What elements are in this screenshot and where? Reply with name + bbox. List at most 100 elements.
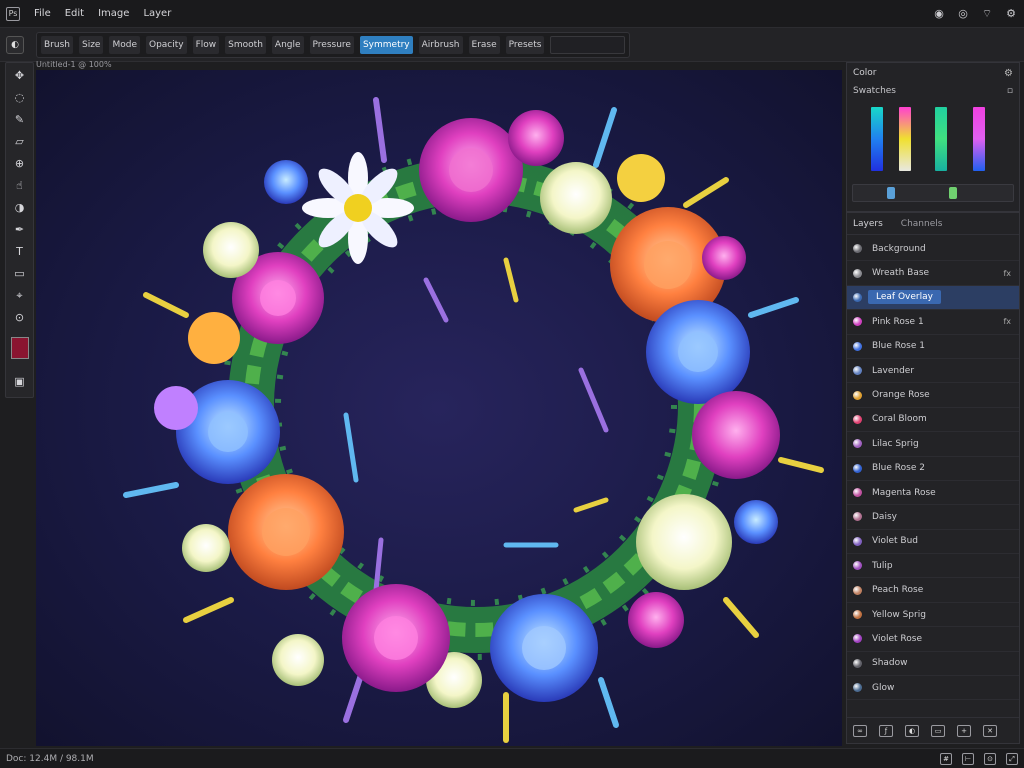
layer-thumbnail — [853, 439, 862, 449]
fullscreen-icon[interactable]: ⤢ — [1006, 752, 1018, 765]
color-slider-knob-1[interactable] — [887, 187, 895, 199]
screen-mode-icon[interactable]: ▣ — [11, 373, 29, 391]
color-bar-magenta[interactable] — [899, 107, 911, 171]
option-angle[interactable]: Angle — [271, 36, 304, 54]
option-mode[interactable]: Mode — [109, 36, 140, 54]
smudge-tool-icon[interactable]: ☝ — [11, 177, 29, 195]
expand-icon[interactable]: ▫ — [1007, 86, 1013, 96]
layer-row[interactable]: Violet Rose — [847, 627, 1019, 652]
globe-icon[interactable]: ◉ — [932, 7, 946, 21]
tool-preset-picker[interactable]: ◐ — [6, 36, 24, 54]
artwork-canvas[interactable] — [36, 70, 842, 746]
layer-row[interactable]: Lilac Sprig — [847, 432, 1019, 457]
color-subheader: Swatches ▫ — [847, 83, 1019, 99]
color-bar-cyan[interactable] — [871, 107, 883, 171]
tab-layers[interactable]: Layers — [853, 219, 883, 229]
layer-row[interactable]: Lavender — [847, 359, 1019, 384]
tab-channels[interactable]: Channels — [901, 219, 943, 229]
document-tab[interactable]: Untitled-1 @ 100% — [36, 60, 112, 69]
option-brush[interactable]: Brush — [41, 36, 73, 54]
mask-icon[interactable]: ◐ — [905, 724, 919, 737]
layer-row[interactable]: Tulip — [847, 554, 1019, 579]
option-flow[interactable]: Flow — [192, 36, 220, 54]
layer-effect-badge[interactable]: fx — [1003, 269, 1011, 278]
menu-file[interactable]: File — [34, 8, 51, 19]
option-symmetry[interactable]: Symmetry — [359, 36, 413, 54]
lasso-tool-icon[interactable]: ◌ — [11, 89, 29, 107]
menu-layer[interactable]: Layer — [143, 8, 171, 19]
text-tool-icon[interactable]: T — [11, 243, 29, 261]
layer-name: Blue Rose 2 — [872, 463, 925, 474]
app-logo-icon[interactable]: Ps — [6, 6, 20, 21]
layer-thumbnail — [853, 585, 862, 595]
layer-row[interactable]: Daisy — [847, 505, 1019, 530]
option-erase[interactable]: Erase — [468, 36, 500, 54]
layer-row[interactable]: Background — [847, 237, 1019, 262]
eye-icon[interactable]: ◎ — [956, 7, 970, 21]
option-opacity[interactable]: Opacity — [146, 36, 187, 54]
brush-tool-icon[interactable]: ✎ — [11, 111, 29, 129]
layer-name: Lavender — [872, 365, 915, 376]
grid-icon[interactable]: # — [940, 752, 952, 765]
color-bar-pink[interactable] — [973, 107, 985, 171]
fx-icon[interactable]: ƒ — [879, 724, 893, 737]
new-layer-icon[interactable]: + — [957, 724, 971, 737]
color-slider-knob-2[interactable] — [949, 187, 957, 199]
layer-row[interactable]: Shadow — [847, 652, 1019, 677]
layer-list: Background Wreath Base fx Leaf Overlay Pink … — [847, 237, 1019, 701]
menu-bar: Ps File Edit Image Layer ◉ ◎ ⌔ ⚙ — [0, 0, 1024, 28]
layer-row[interactable]: Blue Rose 2 — [847, 457, 1019, 481]
option-airbrush[interactable]: Airbrush — [418, 36, 463, 54]
ruler-icon[interactable]: ⊢ — [962, 752, 974, 765]
option-size[interactable]: Size — [78, 36, 104, 54]
layer-row[interactable]: Leaf Overlay — [847, 285, 1019, 311]
layer-row[interactable]: Peach Rose — [847, 578, 1019, 603]
folder-icon[interactable]: ▭ — [931, 724, 945, 737]
color-panel-title: Color — [853, 68, 877, 78]
wifi-icon[interactable]: ⌔ — [980, 7, 994, 21]
menu-image[interactable]: Image — [98, 8, 129, 19]
zoom-icon[interactable]: ⊙ — [984, 752, 996, 765]
layer-row[interactable]: Violet Bud — [847, 530, 1019, 555]
clone-tool-icon[interactable]: ⊕ — [11, 155, 29, 173]
layer-effect-badge[interactable]: fx — [1003, 317, 1011, 326]
layer-row[interactable]: Blue Rose 1 — [847, 335, 1019, 359]
layer-row[interactable]: Wreath Base fx — [847, 261, 1019, 286]
layer-row[interactable]: Magenta Rose — [847, 481, 1019, 506]
trash-icon[interactable]: ✕ — [983, 724, 997, 737]
layers-tabs: Layers Channels — [847, 213, 1019, 235]
color-slider[interactable] — [852, 184, 1014, 202]
layer-row[interactable]: Yellow Sprig — [847, 603, 1019, 628]
panel-menu-icon[interactable]: ⚙ — [1004, 68, 1013, 79]
layer-thumbnail — [853, 244, 862, 254]
shape-tool-icon[interactable]: ▭ — [11, 265, 29, 283]
layer-name: Peach Rose — [872, 585, 924, 596]
menu-edit[interactable]: Edit — [65, 8, 84, 19]
layer-thumbnail — [853, 292, 862, 302]
layer-row[interactable]: Pink Rose 1 fx — [847, 310, 1019, 335]
layer-name: Violet Bud — [872, 536, 918, 547]
link-icon[interactable]: ∞ — [853, 724, 867, 737]
color-bars[interactable] — [853, 101, 1013, 177]
color-bar-green[interactable] — [935, 107, 947, 171]
eyedropper-tool-icon[interactable]: ⌖ — [11, 287, 29, 305]
dodge-tool-icon[interactable]: ◑ — [11, 199, 29, 217]
options-value-field[interactable] — [550, 36, 625, 54]
settings-icon[interactable]: ⚙ — [1004, 7, 1018, 21]
layer-name: Daisy — [872, 511, 897, 522]
layer-row[interactable]: Orange Rose — [847, 383, 1019, 408]
option-smooth[interactable]: Smooth — [225, 36, 266, 54]
foreground-color-swatch[interactable] — [10, 337, 29, 359]
layer-row[interactable]: Glow — [847, 676, 1019, 701]
move-tool-icon[interactable]: ✥ — [11, 67, 29, 85]
pen-tool-icon[interactable]: ✒ — [11, 221, 29, 239]
zoom-tool-icon[interactable]: ⊙ — [11, 309, 29, 327]
layer-name: Shadow — [872, 658, 908, 669]
option-pressure[interactable]: Pressure — [309, 36, 354, 54]
canvas-area[interactable] — [36, 70, 842, 746]
layer-thumbnail — [853, 512, 862, 522]
tools-panel: ✥ ◌ ✎ ▱ ⊕ ☝ ◑ ✒ T ▭ ⌖ ⊙ ▣ — [5, 62, 34, 398]
eraser-tool-icon[interactable]: ▱ — [11, 133, 29, 151]
layer-row[interactable]: Coral Bloom — [847, 408, 1019, 433]
option-presets[interactable]: Presets — [505, 36, 545, 54]
